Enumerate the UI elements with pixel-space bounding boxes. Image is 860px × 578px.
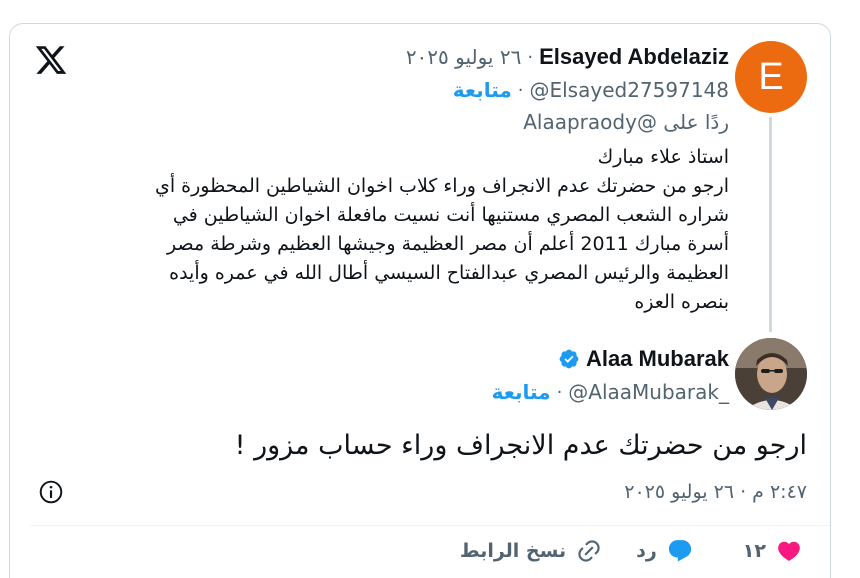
parent-avatar[interactable]: E <box>735 41 807 113</box>
copy-link-button[interactable]: نسخ الرابط <box>460 538 602 564</box>
avatar-photo-icon <box>735 338 807 410</box>
main-follow-button[interactable]: متابعة <box>492 380 551 404</box>
main-avatar[interactable] <box>735 338 807 410</box>
action-bar: ١٢ رد نسخ الرابط <box>460 538 802 564</box>
parent-text-line: بنصره العزه <box>634 291 729 313</box>
parent-text-line: أسرة مبارك 2011 أعلم أن مصر العظيمة وجيش… <box>167 233 729 255</box>
tweet-timestamp[interactable]: ٢:٤٧ م · ٢٦ يوليو ٢٠٢٥ <box>624 481 807 503</box>
like-count: ١٢ <box>742 540 766 562</box>
reply-bubble-icon <box>668 540 691 562</box>
parent-date[interactable]: ٢٦ يوليو ٢٠٢٥ <box>406 45 522 69</box>
link-icon <box>578 540 600 562</box>
parent-text-line: العظيمة والرئيس المصري عبدالفتاح السيسي … <box>169 262 729 284</box>
parent-follow-button[interactable]: متابعة <box>453 78 512 102</box>
parent-text-line: استاذ علاء مبارك <box>597 146 729 168</box>
copy-link-label: نسخ الرابط <box>459 540 567 562</box>
parent-author-name[interactable]: Elsayed Abdelaziz <box>539 44 729 70</box>
info-icon[interactable] <box>38 479 64 505</box>
separator-dot: · <box>556 381 563 403</box>
separator-dot: · <box>527 46 534 68</box>
like-button[interactable]: ١٢ <box>743 538 802 564</box>
parent-header: Elsayed Abdelaziz · ٢٦ يوليو ٢٠٢٥ <box>406 44 729 70</box>
main-tweet-text: ارجو من حضرتك عدم الانجراف وراء حساب مزو… <box>234 430 807 461</box>
reply-to-handle[interactable]: @Alaapraody <box>523 110 657 134</box>
verified-badge-icon <box>559 349 579 369</box>
heart-icon <box>778 541 800 561</box>
main-handle-row: @AlaaMubarak_ · متابعة <box>492 380 729 404</box>
x-logo-icon[interactable] <box>34 43 68 77</box>
thread-line <box>769 117 772 332</box>
parent-handle-row: @Elsayed27597148 · متابعة <box>453 78 729 102</box>
main-handle[interactable]: @AlaaMubarak_ <box>568 380 729 404</box>
main-header: Alaa Mubarak <box>558 346 729 372</box>
reply-prefix: ردًا على <box>663 110 729 134</box>
replying-to: ردًا على @Alaapraody <box>523 110 729 134</box>
reply-label: رد <box>636 540 657 562</box>
divider <box>30 525 830 526</box>
parent-handle[interactable]: @Elsayed27597148 <box>529 78 729 102</box>
separator-dot: · <box>517 79 524 101</box>
main-author-name[interactable]: Alaa Mubarak <box>586 346 729 372</box>
reply-button[interactable]: رد <box>636 538 693 564</box>
parent-text-line: ارجو من حضرتك عدم الانجراف وراء كلاب اخو… <box>154 175 729 197</box>
parent-text-line: شراره الشعب المصري مستنيها أنت نسيت مافع… <box>172 204 729 226</box>
parent-tweet-text: استاذ علاء مبارك ارجو من حضرتك عدم الانج… <box>89 143 729 317</box>
